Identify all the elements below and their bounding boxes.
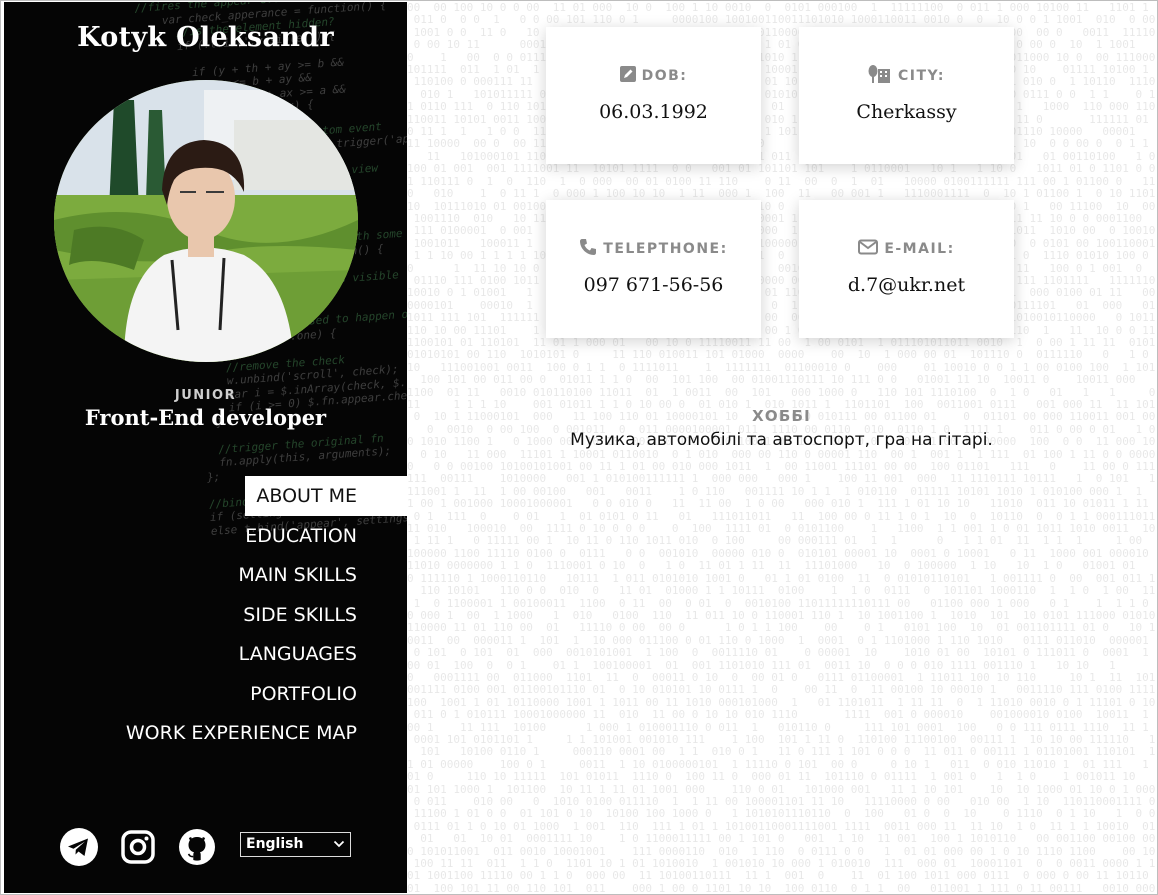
info-card-telephone-value: 097 671-56-56 <box>583 274 724 296</box>
info-card-telephone-label: TELEPTHONE: <box>603 241 728 257</box>
info-card-email-value[interactable]: d.7@ukr.net <box>799 274 1014 296</box>
main-nav: ABOUT ME EDUCATION MAIN SKILLS SIDE SKIL… <box>4 476 407 753</box>
instagram-icon[interactable] <box>118 827 158 867</box>
pencil-square-icon <box>619 66 636 86</box>
job-title: Front-End developer <box>84 405 327 430</box>
sidebar: //fires the appear event var check_apper… <box>4 2 407 893</box>
info-card-dob-value: 06.03.1992 <box>599 101 708 123</box>
info-card-email-label: E-MAIL: <box>884 241 955 257</box>
nav-item-education[interactable]: EDUCATION <box>4 516 407 556</box>
nav-item-portfolio[interactable]: PORTFOLIO <box>4 674 407 714</box>
phone-icon <box>579 238 597 260</box>
city-icon <box>868 65 892 87</box>
main-content: 00 00 100 10 0 0 00 11 01 000 10 0 100 1… <box>407 2 1156 893</box>
language-select[interactable]: English <box>240 832 351 857</box>
nav-item-languages[interactable]: LANGUAGES <box>4 634 407 674</box>
info-card-dob-label: DOB: <box>641 68 688 84</box>
info-card-city-label: CITY: <box>897 68 946 84</box>
telegram-icon[interactable] <box>59 827 99 867</box>
social-links <box>59 827 236 867</box>
envelope-icon <box>858 239 879 259</box>
profile-name: Kotyk Oleksandr <box>77 22 334 53</box>
avatar <box>54 80 358 362</box>
profile-photo <box>54 80 358 362</box>
language-select-value: English <box>246 836 304 852</box>
info-card-telephone: TELEPTHONE: 097 671-56-56 <box>546 200 761 338</box>
info-card-city-value: Cherkassy <box>856 101 957 123</box>
info-card-dob: DOB: 06.03.1992 <box>546 27 761 164</box>
nav-item-about-me[interactable]: ABOUT ME <box>245 476 407 516</box>
experience-level: JUNIOR <box>174 388 237 403</box>
info-card-city: CITY: Cherkassy <box>799 27 1014 164</box>
nav-item-work-experience-map[interactable]: WORK EXPERIENCE MAP <box>4 713 407 753</box>
hobby-text: Музика, автомобілі та автоспорт, гра на … <box>570 430 993 450</box>
info-card-email: E-MAIL: d.7@ukr.net <box>799 200 1014 338</box>
github-icon[interactable] <box>177 827 217 867</box>
nav-item-side-skills[interactable]: SIDE SKILLS <box>4 595 407 635</box>
nav-item-main-skills[interactable]: MAIN SKILLS <box>4 555 407 595</box>
chevron-down-icon <box>333 835 345 861</box>
hobby-title: ХОББІ <box>752 407 811 425</box>
